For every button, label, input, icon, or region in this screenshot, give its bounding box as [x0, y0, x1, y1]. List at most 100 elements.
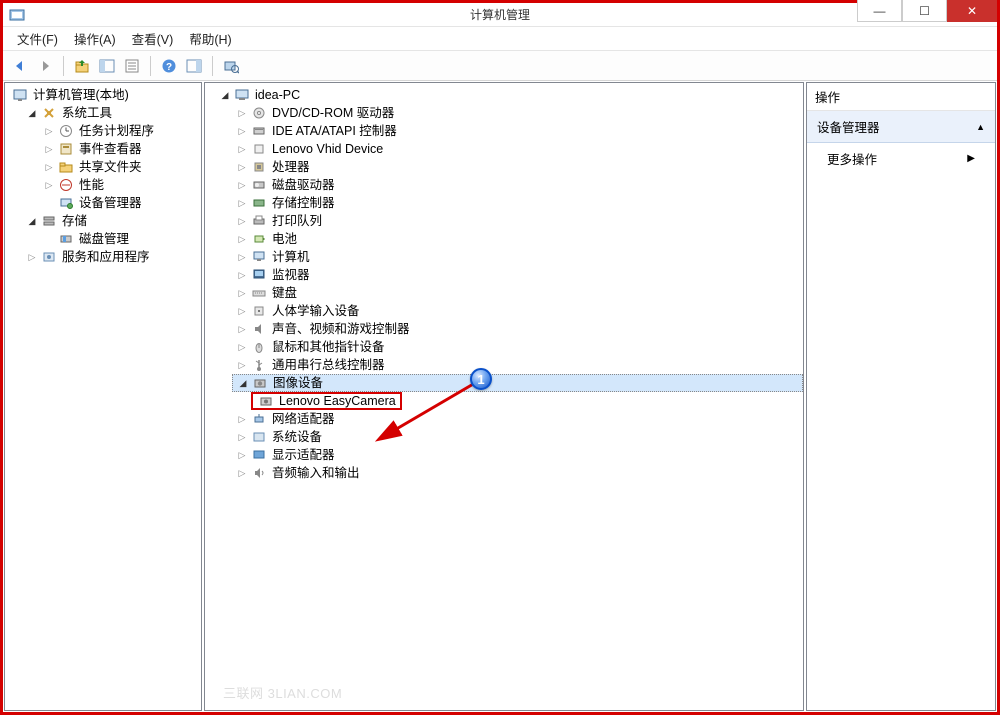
- menu-file[interactable]: 文件(F): [9, 27, 66, 50]
- device-sound[interactable]: ▷ 声音、视频和游戏控制器: [232, 320, 803, 338]
- device-computer[interactable]: ▷计算机: [232, 248, 803, 266]
- device-batteries[interactable]: ▷电池: [232, 230, 803, 248]
- tree-label: 设备管理器: [77, 194, 144, 212]
- system-device-icon: [251, 429, 267, 445]
- window-frame: 计算机管理 — ☐ ✕ 文件(F) 操作(A) 查看(V) 帮助(H) ?: [0, 0, 1000, 715]
- help-button[interactable]: ?: [158, 55, 180, 77]
- tree-label: 事件查看器: [77, 140, 144, 158]
- device-network[interactable]: ▷网络适配器: [232, 410, 803, 428]
- show-hide-tree-button[interactable]: [96, 55, 118, 77]
- tree-task-scheduler[interactable]: ▷任务计划程序: [39, 122, 201, 140]
- expand-arrow-icon[interactable]: ▷: [236, 158, 248, 176]
- actions-section-label: 设备管理器: [817, 117, 880, 136]
- properties-button[interactable]: [121, 55, 143, 77]
- tree-disk-management[interactable]: ▷磁盘管理: [39, 230, 201, 248]
- toolbar-separator: [63, 56, 64, 76]
- expand-arrow-icon[interactable]: ▷: [236, 122, 248, 140]
- device-ide[interactable]: ▷IDE ATA/ATAPI 控制器: [232, 122, 803, 140]
- expand-arrow-icon[interactable]: ◢: [26, 212, 38, 230]
- tree-label: 共享文件夹: [77, 158, 144, 176]
- menu-action[interactable]: 操作(A): [66, 27, 124, 50]
- tree-device-manager[interactable]: ▷设备管理器: [39, 194, 201, 212]
- action-pane-button[interactable]: [183, 55, 205, 77]
- expand-arrow-icon[interactable]: ▷: [43, 140, 55, 158]
- device-keyboards[interactable]: ▷键盘: [232, 284, 803, 302]
- disk-icon: [58, 231, 74, 247]
- up-button[interactable]: [71, 55, 93, 77]
- action-more[interactable]: 更多操作 ▶: [807, 143, 995, 174]
- expand-arrow-icon[interactable]: ▷: [236, 356, 248, 374]
- tree-system-tools[interactable]: ◢ 系统工具: [22, 104, 201, 122]
- tree-root[interactable]: 计算机管理(本地): [5, 86, 201, 104]
- expand-arrow-icon[interactable]: ▷: [236, 104, 248, 122]
- device-print-queues[interactable]: ▷打印队列: [232, 212, 803, 230]
- tree-label: 服务和应用程序: [60, 248, 152, 266]
- computer-mgmt-icon: [12, 87, 28, 103]
- device-label: Lenovo EasyCamera: [277, 392, 398, 410]
- device-imaging[interactable]: ◢图像设备: [232, 374, 803, 392]
- expand-arrow-icon[interactable]: ▷: [236, 248, 248, 266]
- menu-view[interactable]: 查看(V): [124, 27, 182, 50]
- expand-arrow-icon[interactable]: ▷: [236, 194, 248, 212]
- folder-shared-icon: [58, 159, 74, 175]
- device-usb[interactable]: ▷通用串行总线控制器: [232, 356, 803, 374]
- expand-arrow-icon[interactable]: ▷: [236, 212, 248, 230]
- camera-device-icon: [258, 393, 274, 409]
- expand-arrow-icon[interactable]: ▷: [26, 248, 38, 266]
- minimize-button[interactable]: —: [857, 0, 902, 22]
- close-button[interactable]: ✕: [947, 0, 997, 22]
- device-system-devices[interactable]: ▷系统设备: [232, 428, 803, 446]
- device-dvd[interactable]: ▷DVD/CD-ROM 驱动器: [232, 104, 803, 122]
- device-label: 声音、视频和游戏控制器: [270, 320, 412, 338]
- expand-arrow-icon[interactable]: ▷: [236, 176, 248, 194]
- device-monitors[interactable]: ▷监视器: [232, 266, 803, 284]
- expand-arrow-icon[interactable]: ◢: [219, 86, 231, 104]
- expand-arrow-icon[interactable]: ▷: [236, 446, 248, 464]
- forward-button[interactable]: [34, 55, 56, 77]
- expand-arrow-icon[interactable]: ▷: [236, 266, 248, 284]
- console-tree-pane[interactable]: 计算机管理(本地) ◢ 系统工具 ▷任务计划程序 ▷ 事件查看器 ▷ 共享文件夹 ▷…: [4, 82, 202, 711]
- expand-arrow-icon[interactable]: ◢: [237, 374, 249, 392]
- tree-performance[interactable]: ▷ 性能: [39, 176, 201, 194]
- expand-arrow-icon[interactable]: ▷: [43, 122, 55, 140]
- device-audio-io[interactable]: ▷音频输入和输出: [232, 464, 803, 482]
- tree-label: 性能: [77, 176, 106, 194]
- expand-arrow-icon[interactable]: ▷: [236, 320, 248, 338]
- collapse-icon[interactable]: ▲: [976, 122, 985, 132]
- tree-storage[interactable]: ◢ 存储: [22, 212, 201, 230]
- expand-arrow-icon[interactable]: ▷: [236, 410, 248, 428]
- device-display[interactable]: ▷显示适配器: [232, 446, 803, 464]
- menu-help[interactable]: 帮助(H): [181, 27, 239, 50]
- tree-event-viewer[interactable]: ▷ 事件查看器: [39, 140, 201, 158]
- expand-arrow-icon[interactable]: ▷: [236, 428, 248, 446]
- expand-arrow-icon[interactable]: ▷: [43, 176, 55, 194]
- performance-icon: [58, 177, 74, 193]
- tree-services-apps[interactable]: ▷ 服务和应用程序: [22, 248, 201, 266]
- expand-arrow-icon[interactable]: ▷: [236, 140, 248, 158]
- device-disk-drives[interactable]: ▷磁盘驱动器: [232, 176, 803, 194]
- expand-arrow-icon[interactable]: ▷: [236, 230, 248, 248]
- device-processors[interactable]: ▷处理器: [232, 158, 803, 176]
- device-storage-controllers[interactable]: ▷存储控制器: [232, 194, 803, 212]
- hid-icon: [251, 141, 267, 157]
- toolbar-separator: [212, 56, 213, 76]
- tree-shared-folders[interactable]: ▷ 共享文件夹: [39, 158, 201, 176]
- expand-arrow-icon[interactable]: ▷: [236, 338, 248, 356]
- scan-hardware-button[interactable]: [220, 55, 242, 77]
- expand-arrow-icon[interactable]: ◢: [26, 104, 38, 122]
- maximize-button[interactable]: ☐: [902, 0, 947, 22]
- title-bar: 计算机管理 — ☐ ✕: [3, 3, 997, 27]
- watermark: 三联网 3LIAN.COM: [223, 683, 342, 702]
- expand-arrow-icon[interactable]: ▷: [236, 284, 248, 302]
- device-hid[interactable]: ▷人体学输入设备: [232, 302, 803, 320]
- expand-arrow-icon[interactable]: ▷: [236, 302, 248, 320]
- expand-arrow-icon[interactable]: ▷: [43, 158, 55, 176]
- actions-section[interactable]: 设备管理器 ▲: [807, 111, 995, 143]
- back-button[interactable]: [9, 55, 31, 77]
- device-easycamera[interactable]: Lenovo EasyCamera: [249, 392, 803, 410]
- device-mouse[interactable]: ▷鼠标和其他指针设备: [232, 338, 803, 356]
- expand-arrow-icon[interactable]: ▷: [236, 464, 248, 482]
- device-lenovo-vhid[interactable]: ▷Lenovo Vhid Device: [232, 140, 803, 158]
- device-manager-pane[interactable]: ◢ idea-PC ▷DVD/CD-ROM 驱动器 ▷IDE ATA/ATAPI…: [204, 82, 804, 711]
- device-root[interactable]: ◢ idea-PC: [215, 86, 803, 104]
